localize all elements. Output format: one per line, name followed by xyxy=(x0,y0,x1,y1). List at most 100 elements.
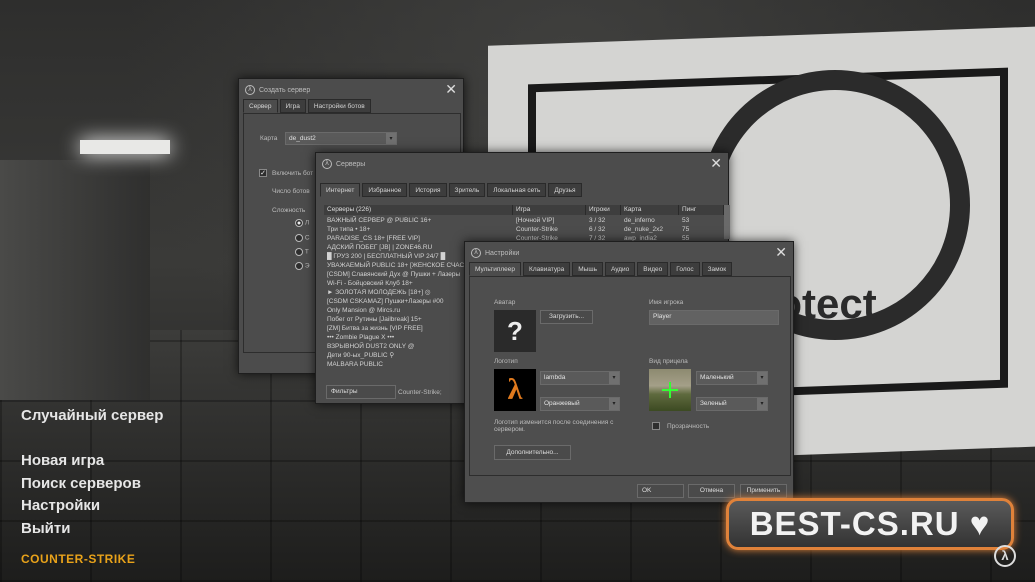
tab-spectator[interactable]: Зритель xyxy=(448,183,486,197)
settings-title: λ Настройки xyxy=(471,248,519,258)
cancel-button[interactable]: Отмена xyxy=(688,484,735,498)
col-players[interactable]: Игроки xyxy=(586,205,621,215)
upload-button[interactable]: Загрузить... xyxy=(540,310,593,324)
logo-label: Логотип xyxy=(494,358,518,365)
scrollbar[interactable] xyxy=(724,205,730,239)
menu-random-server[interactable]: Случайный сервер xyxy=(21,405,163,428)
chevron-down-icon: ▾ xyxy=(609,372,619,384)
logo-color-select[interactable]: Оранжевый ▾ xyxy=(540,397,620,411)
table-row[interactable]: Три типа • 18+ Counter-Strike 6 / 32 de_nuk… xyxy=(324,225,724,234)
crosshair-size-value: Маленький xyxy=(700,374,734,381)
tab-voice[interactable]: Голос xyxy=(670,262,700,276)
tab-bot-settings[interactable]: Настройки ботов xyxy=(307,99,371,113)
ceiling-light xyxy=(80,140,170,154)
transparency-label: Прозрачность xyxy=(667,423,710,430)
tab-favorites[interactable]: Избранное xyxy=(362,183,408,197)
map-select[interactable]: de_dust2 ▾ xyxy=(285,132,397,145)
tab-video[interactable]: Видео xyxy=(637,262,669,276)
table-cell: Три типа • 18+ xyxy=(327,226,371,233)
table-cell: 53 xyxy=(682,217,690,224)
tab-multiplayer[interactable]: Мультиплеер xyxy=(469,262,522,276)
create-server-title-text: Создать сервер xyxy=(259,86,311,94)
lambda-icon: λ xyxy=(322,159,332,169)
logo-color-value: Оранжевый xyxy=(544,400,580,407)
map-label: Карта xyxy=(260,135,278,142)
logo-select-value: lambda xyxy=(544,374,566,381)
servers-title: λ Серверы xyxy=(322,159,365,169)
tab-friends[interactable]: Друзья xyxy=(548,183,582,197)
crosshair-preview xyxy=(649,369,691,411)
table-cell: de_nuke_2x2 xyxy=(624,226,664,233)
tab-mouse[interactable]: Мышь xyxy=(572,262,603,276)
table-cell: [Ночной VIP] xyxy=(516,217,555,224)
menu-settings[interactable]: Настройки xyxy=(21,495,141,518)
avatar-label: Аватар xyxy=(494,299,516,306)
counter-strike-logo: COUNTER-STRIKE xyxy=(21,552,136,566)
logo-select[interactable]: lambda ▾ xyxy=(540,371,620,385)
server-table-header: Серверы (226) Игра Игроки Карта Пинг xyxy=(324,205,730,215)
settings-dialog: λ Настройки ✕ Мультиплеер Клавиатура Мышь… xyxy=(464,241,794,503)
transparency-checkbox[interactable] xyxy=(652,422,660,430)
tab-lock[interactable]: Замок xyxy=(701,262,733,276)
logo-note: Логотип изменится после соединения с сер… xyxy=(494,419,614,433)
tab-keyboard[interactable]: Клавиатура xyxy=(523,262,571,276)
difficulty-option[interactable]: С xyxy=(295,234,310,242)
main-menu-top: Случайный сервер xyxy=(21,405,163,428)
close-icon[interactable]: ✕ xyxy=(775,244,787,261)
settings-title-text: Настройки xyxy=(485,249,520,257)
chevron-down-icon: ▾ xyxy=(386,133,396,144)
main-menu: Новая игра Поиск серверов Настройки Выйт… xyxy=(21,450,141,540)
servers-title-text: Серверы xyxy=(336,160,366,168)
advanced-button[interactable]: Дополнительно... xyxy=(494,445,571,460)
table-cell: 3 / 32 xyxy=(589,217,606,224)
col-ping[interactable]: Пинг xyxy=(679,205,724,215)
lambda-icon: λ xyxy=(245,85,255,95)
chevron-down-icon: ▾ xyxy=(757,398,767,410)
table-cell: ВАЖНЫЙ СЕРВЕР @ PUBLIC 16+ xyxy=(327,217,432,224)
chevron-down-icon: ▾ xyxy=(757,372,767,384)
menu-quit[interactable]: Выйти xyxy=(21,518,141,541)
close-icon[interactable]: ✕ xyxy=(710,155,722,172)
apply-button[interactable]: Применить xyxy=(740,484,787,498)
crosshair-color-select[interactable]: Зеленый ▾ xyxy=(696,397,768,411)
crosshair-label: Вид прицела xyxy=(649,358,688,365)
col-servers[interactable]: Серверы (226) xyxy=(324,205,513,215)
lambda-icon: λ xyxy=(994,545,1016,567)
create-server-title: λ Создать сервер xyxy=(245,85,310,95)
enable-bots-checkbox[interactable]: ✓ xyxy=(259,169,267,177)
tab-history[interactable]: История xyxy=(409,183,447,197)
tab-audio[interactable]: Аудио xyxy=(604,262,636,276)
difficulty-label: Сложность xyxy=(272,207,306,214)
tab-internet[interactable]: Интернет xyxy=(320,183,361,197)
difficulty-option[interactable]: Т xyxy=(295,248,309,256)
ok-button[interactable]: OK xyxy=(637,484,684,498)
player-name-input[interactable]: Player xyxy=(649,310,779,325)
menu-new-game[interactable]: Новая игра xyxy=(21,450,141,473)
avatar-image: ? xyxy=(494,310,536,352)
pillar xyxy=(0,160,150,400)
filters-button[interactable]: Фильтры xyxy=(326,385,396,399)
col-game[interactable]: Игра xyxy=(513,205,586,215)
difficulty-option[interactable]: Э xyxy=(295,262,309,270)
col-map[interactable]: Карта xyxy=(621,205,679,215)
lambda-icon: λ xyxy=(471,248,481,258)
tab-server[interactable]: Сервер xyxy=(243,99,278,113)
close-icon[interactable]: ✕ xyxy=(445,81,457,98)
tab-lan[interactable]: Локальная сеть xyxy=(487,183,547,197)
table-cell: 6 / 32 xyxy=(589,226,606,233)
chevron-down-icon: ▾ xyxy=(609,398,619,410)
menu-find-servers[interactable]: Поиск серверов xyxy=(21,473,141,496)
table-cell: de_inferno xyxy=(624,217,655,224)
crosshair-color-value: Зеленый xyxy=(700,400,727,407)
tab-game[interactable]: Игра xyxy=(279,99,306,113)
table-cell: Counter-Strike xyxy=(516,226,558,233)
enable-bots-label: Включить бот xyxy=(272,170,314,177)
difficulty-option[interactable]: Л xyxy=(295,219,309,227)
best-cs-banner: BEST-CS.RU ♥ xyxy=(726,498,1014,550)
table-row[interactable]: ВАЖНЫЙ СЕРВЕР @ PUBLIC 16+ [Ночной VIP] 3 … xyxy=(324,216,724,225)
lambda-logo-image: λ xyxy=(494,369,536,411)
crosshair-size-select[interactable]: Маленький ▾ xyxy=(696,371,768,385)
bot-count-label: Число ботов xyxy=(272,188,310,195)
filter-value: Counter-Strike; xyxy=(398,389,442,396)
table-cell: 75 xyxy=(682,226,690,233)
